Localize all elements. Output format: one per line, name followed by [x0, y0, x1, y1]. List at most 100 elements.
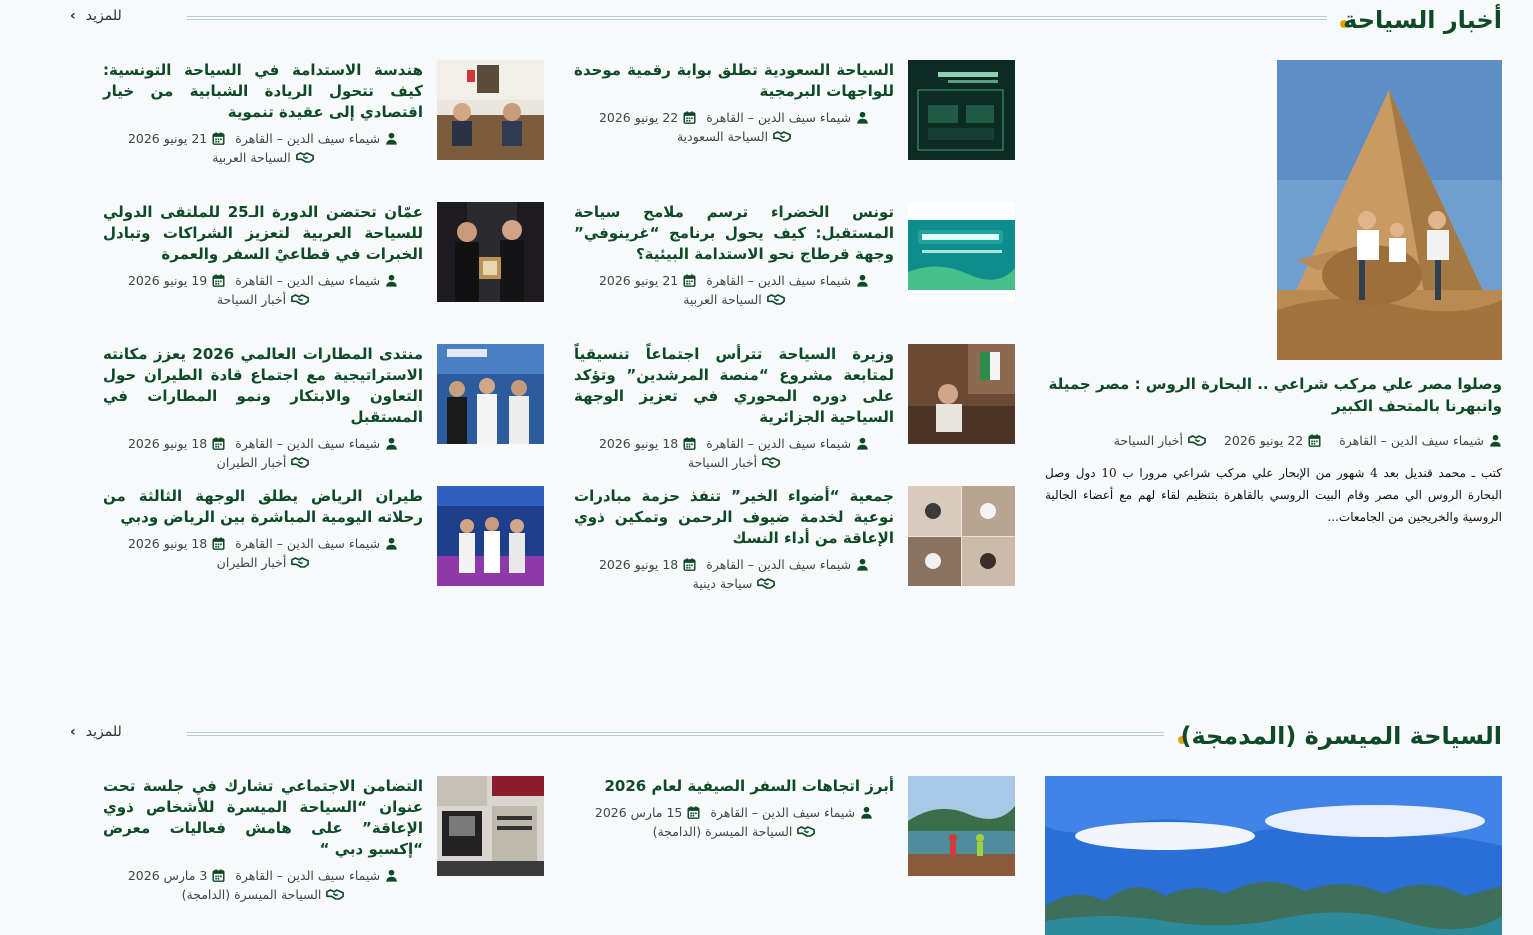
article-card[interactable]: جمعية “أضواء الخير” تنفذ حزمة مبادرات نو… — [574, 486, 1015, 596]
category[interactable]: سياحة دينية — [693, 576, 753, 591]
handshake-icon — [773, 130, 791, 143]
article-body: عمّان تحتضن الدورة الـ25 للملتقى الدولي … — [103, 202, 423, 309]
category[interactable]: أخبار السياحة — [1114, 433, 1183, 448]
section-tourism-news: ‹ للمزيد أخبار السياحة وصلوا مصر علي مركب… — [0, 0, 1533, 680]
article-card[interactable]: منتدى المطارات العالمي 2026 يعزز مكانته … — [102, 344, 544, 470]
article-thumbnail[interactable] — [437, 60, 544, 160]
handshake-icon — [797, 825, 815, 838]
article-meta: شيماء سيف الدين – القاهرة 19 يونيو 2026 أ… — [103, 271, 423, 309]
category[interactable]: أخبار السياحة — [688, 455, 757, 470]
author[interactable]: شيماء سيف الدين – القاهرة — [1339, 433, 1484, 448]
handshake-icon — [767, 293, 785, 306]
user-icon — [856, 274, 869, 287]
article-thumbnail[interactable] — [908, 60, 1015, 160]
featured-image[interactable] — [1277, 60, 1502, 360]
article-meta: شيماء سيف الدين – القاهرة 21 يونيو 2026 ا… — [103, 129, 423, 167]
section-accessible-tourism: ‹ للمزيد السياحة الميسرة (المدمجة) أبرز ا… — [0, 720, 1533, 935]
date: 22 يونيو 2026 — [598, 110, 679, 125]
section-title: السياحة الميسرة (المدمجة) — [1180, 722, 1502, 750]
chevron-left-icon: ‹ — [70, 724, 76, 740]
article-card[interactable]: التضامن الاجتماعي تشارك في جلسة تحت عنوا… — [102, 776, 544, 916]
article-body: منتدى المطارات العالمي 2026 يعزز مكانته … — [103, 344, 423, 472]
more-link[interactable]: ‹ للمزيد — [70, 8, 122, 24]
author[interactable]: شيماء سيف الدين – القاهرة — [706, 436, 851, 451]
featured-title[interactable]: وصلوا مصر علي مركب شراعي .. البحارة الرو… — [1045, 373, 1502, 417]
article-title[interactable]: عمّان تحتضن الدورة الـ25 للملتقى الدولي … — [103, 202, 423, 265]
author[interactable]: شيماء سيف الدين – القاهرة — [706, 273, 851, 288]
article-meta: شيماء سيف الدين – القاهرة 21 يونيو 2026 ا… — [574, 271, 894, 309]
calendar-icon — [1308, 434, 1321, 447]
article-title[interactable]: هندسة الاستدامة في السياحة التونسية: كيف… — [103, 60, 423, 123]
more-label: للمزيد — [85, 8, 122, 24]
article-body: هندسة الاستدامة في السياحة التونسية: كيف… — [103, 60, 423, 167]
article-thumbnail[interactable] — [908, 202, 1015, 302]
category[interactable]: السياحة الميسرة (الدامجة) — [653, 824, 793, 839]
article-title[interactable]: تونس الخضراء ترسم ملامح سياحة المستقبل: … — [574, 202, 894, 265]
article-thumbnail[interactable] — [437, 486, 544, 586]
article-card[interactable]: هندسة الاستدامة في السياحة التونسية: كيف… — [102, 60, 544, 170]
calendar-icon — [212, 537, 225, 550]
date: 21 يونيو 2026 — [127, 131, 208, 146]
article-meta: شيماء سيف الدين – القاهرة 18 يونيو 2026 أ… — [103, 434, 423, 472]
featured-meta: شيماء سيف الدين – القاهرة 22 يونيو 2026 … — [1114, 433, 1502, 448]
featured-image[interactable] — [1045, 776, 1502, 935]
article-thumbnail[interactable] — [908, 486, 1015, 586]
article-title[interactable]: منتدى المطارات العالمي 2026 يعزز مكانته … — [103, 344, 423, 428]
article-card[interactable]: تونس الخضراء ترسم ملامح سياحة المستقبل: … — [574, 202, 1015, 312]
calendar-icon — [212, 274, 225, 287]
more-link[interactable]: ‹ للمزيد — [70, 724, 122, 740]
author[interactable]: شيماء سيف الدين – القاهرة — [235, 273, 380, 288]
author[interactable]: شيماء سيف الدين – القاهرة — [706, 110, 851, 125]
article-card[interactable]: وزيرة السياحة تترأس اجتماعاً تنسيقياً لم… — [574, 344, 1015, 470]
calendar-icon — [212, 132, 225, 145]
handshake-icon — [326, 888, 344, 901]
article-thumbnail[interactable] — [437, 776, 544, 876]
article-thumbnail[interactable] — [437, 202, 544, 302]
article-body: طيران الرياض يطلق الوجهة الثالثة من رحلا… — [103, 486, 423, 572]
article-title[interactable]: التضامن الاجتماعي تشارك في جلسة تحت عنوا… — [103, 776, 423, 860]
article-card[interactable]: أبرز اتجاهات السفر الصيفية لعام 2026 شيم… — [574, 776, 1015, 886]
article-title[interactable]: وزيرة السياحة تترأس اجتماعاً تنسيقياً لم… — [574, 344, 894, 428]
handshake-icon — [762, 456, 780, 469]
article-card[interactable]: عمّان تحتضن الدورة الـ25 للملتقى الدولي … — [102, 202, 544, 312]
article-meta: شيماء سيف الدين – القاهرة 18 يونيو 2026 س… — [574, 555, 894, 593]
article-meta: شيماء سيف الدين – القاهرة 3 مارس 2026 الس… — [103, 866, 423, 904]
user-icon — [385, 132, 398, 145]
user-icon — [856, 437, 869, 450]
article-title[interactable]: السياحة السعودية تطلق بوابة رقمية موحدة … — [574, 60, 894, 102]
author[interactable]: شيماء سيف الدين – القاهرة — [235, 868, 380, 883]
featured-excerpt: كتب ـ محمد قنديل بعد 4 شهور من الإبحار ع… — [1045, 466, 1502, 524]
author[interactable]: شيماء سيف الدين – القاهرة — [235, 131, 380, 146]
section-divider — [187, 732, 1164, 736]
handshake-icon — [291, 456, 309, 469]
category[interactable]: أخبار السياحة — [217, 292, 286, 307]
handshake-icon — [296, 151, 314, 164]
article-card[interactable]: طيران الرياض يطلق الوجهة الثالثة من رحلا… — [102, 486, 544, 596]
article-thumbnail[interactable] — [437, 344, 544, 444]
category[interactable]: السياحة العربية — [212, 150, 291, 165]
author[interactable]: شيماء سيف الدين – القاهرة — [706, 557, 851, 572]
category[interactable]: أخبار الطيران — [217, 555, 287, 570]
article-meta: شيماء سيف الدين – القاهرة 18 يونيو 2026 أ… — [574, 434, 894, 472]
date: 3 مارس 2026 — [127, 868, 208, 883]
article-thumbnail[interactable] — [908, 776, 1015, 876]
article-title[interactable]: جمعية “أضواء الخير” تنفذ حزمة مبادرات نو… — [574, 486, 894, 549]
author[interactable]: شيماء سيف الدين – القاهرة — [710, 805, 855, 820]
category[interactable]: السياحة السعودية — [677, 129, 768, 144]
handshake-icon — [291, 293, 309, 306]
more-label: للمزيد — [85, 724, 122, 740]
section-header: ‹ للمزيد السياحة الميسرة (المدمجة) — [70, 722, 1502, 762]
author[interactable]: شيماء سيف الدين – القاهرة — [235, 436, 380, 451]
category[interactable]: أخبار الطيران — [217, 455, 287, 470]
author[interactable]: شيماء سيف الدين – القاهرة — [235, 536, 380, 551]
category[interactable]: السياحة الميسرة (الدامجة) — [182, 887, 322, 902]
calendar-icon — [683, 274, 696, 287]
article-title[interactable]: طيران الرياض يطلق الوجهة الثالثة من رحلا… — [103, 486, 423, 528]
user-icon — [1489, 434, 1502, 447]
article-card[interactable]: السياحة السعودية تطلق بوابة رقمية موحدة … — [574, 60, 1015, 170]
article-meta: شيماء سيف الدين – القاهرة 18 يونيو 2026 أ… — [103, 534, 423, 572]
article-thumbnail[interactable] — [908, 344, 1015, 444]
user-icon — [385, 537, 398, 550]
category[interactable]: السياحة العربية — [683, 292, 762, 307]
article-title[interactable]: أبرز اتجاهات السفر الصيفية لعام 2026 — [574, 776, 894, 797]
